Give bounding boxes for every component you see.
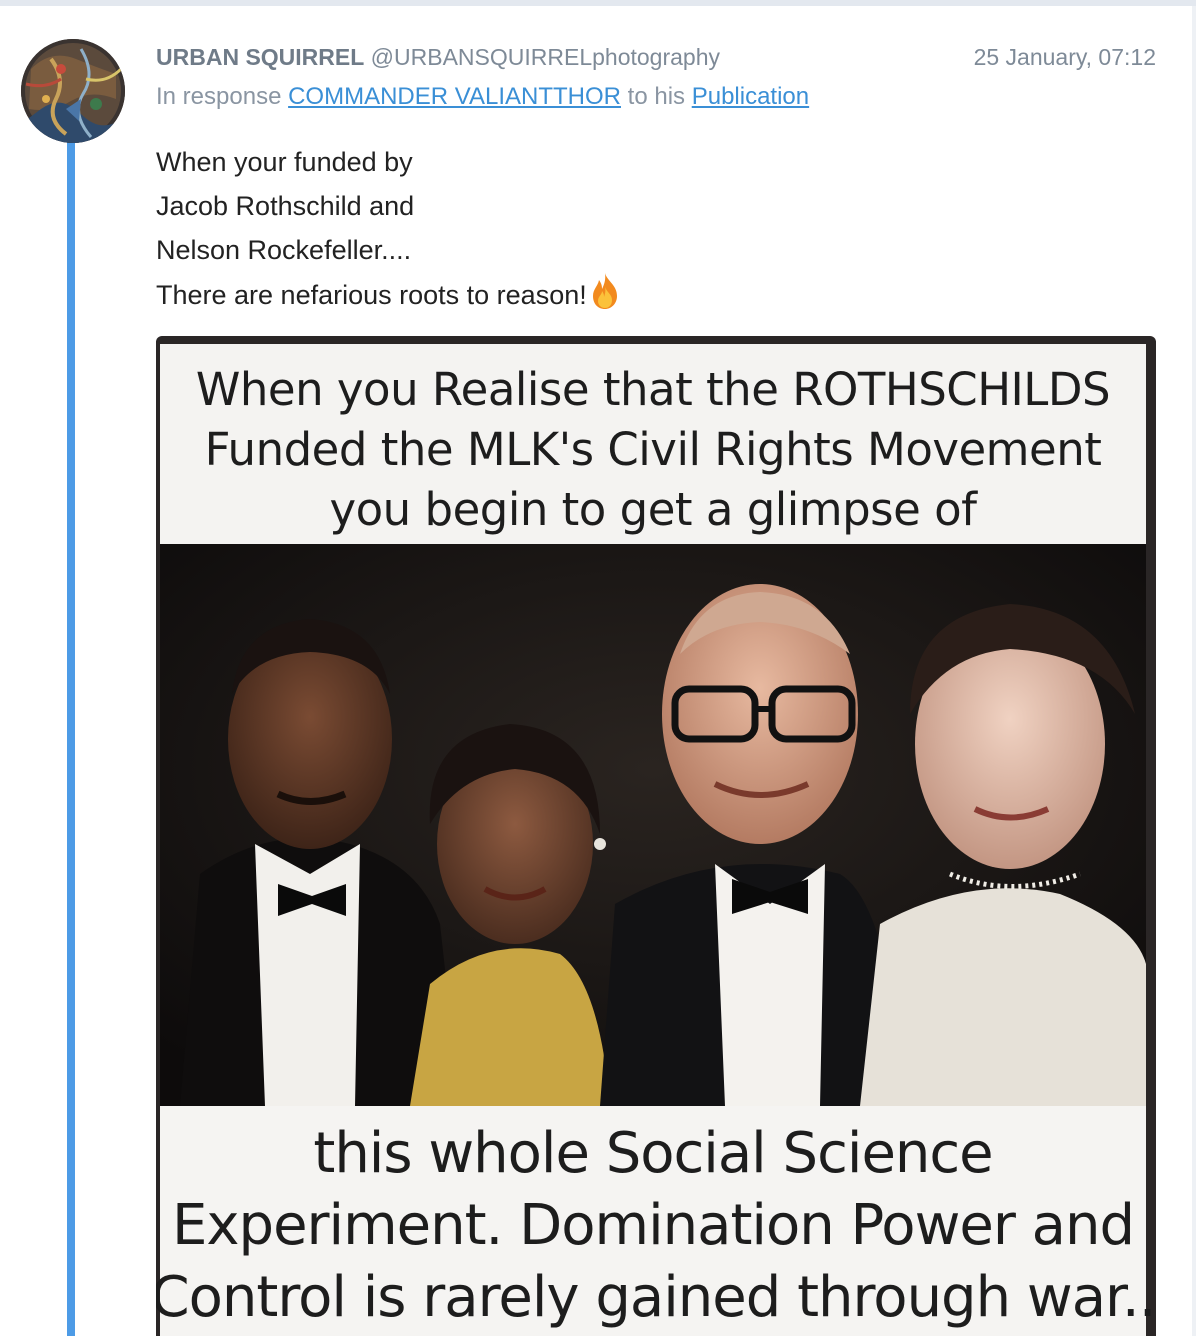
meme-top-text: When you Realise that the ROTHSCHILDS Fu… (160, 360, 1146, 540)
meme-bottom-line: this whole Social Science (313, 1121, 993, 1186)
meme-bottom-line: Control is rarely gained through war.. (156, 1265, 1156, 1330)
post-body: When your funded by Jacob Rothschild and… (156, 140, 1156, 323)
post-body-line: Nelson Rockefeller.... (156, 235, 412, 265)
post-timestamp[interactable]: 25 January, 07:12 (974, 41, 1156, 73)
avatar[interactable] (21, 39, 125, 143)
meme-photo (160, 544, 1146, 1106)
thread-line (67, 140, 75, 1336)
meme-bottom-text: this whole Social Science Experiment. Do… (156, 1118, 1156, 1334)
response-middle: to his (627, 83, 686, 110)
fire-icon (589, 272, 621, 323)
avatar-image (21, 39, 125, 143)
meme-top-line: When you Realise that the ROTHSCHILDS (195, 363, 1111, 416)
author-handle[interactable]: @URBANSQUIRRELphotography (371, 44, 720, 70)
response-target-link[interactable]: COMMANDER VALIANTTHOR (288, 83, 621, 110)
meme-top-line: you begin to get a glimpse of (329, 483, 977, 536)
post-image[interactable]: When you Realise that the ROTHSCHILDS Fu… (156, 336, 1156, 1336)
post-body-line-last: There are nefarious roots to reason! (156, 272, 1156, 323)
post-body-line: There are nefarious roots to reason! (156, 280, 587, 310)
meme-bottom-line: Experiment. Domination Power and (172, 1193, 1135, 1258)
post-page: URBAN SQUIRREL @URBANSQUIRRELphotography… (0, 0, 1196, 1336)
meme-top-line: Funded the MLK's Civil Rights Movement (204, 423, 1102, 476)
meme-bottom-panel: this whole Social Science Experiment. Do… (156, 1106, 1156, 1336)
post-body-line: When your funded by (156, 147, 413, 177)
post-header: URBAN SQUIRREL @URBANSQUIRRELphotography… (156, 41, 1156, 113)
top-divider (0, 0, 1196, 6)
publication-link[interactable]: Publication (692, 83, 809, 110)
response-prefix: In response (156, 83, 282, 110)
meme-photo-image (160, 544, 1146, 1106)
author-name[interactable]: URBAN SQUIRREL (156, 44, 364, 70)
post-body-line: Jacob Rothschild and (156, 191, 415, 221)
response-line: In response COMMANDER VALIANTTHOR to his… (156, 81, 1156, 113)
scroll-edge (1192, 6, 1196, 1336)
